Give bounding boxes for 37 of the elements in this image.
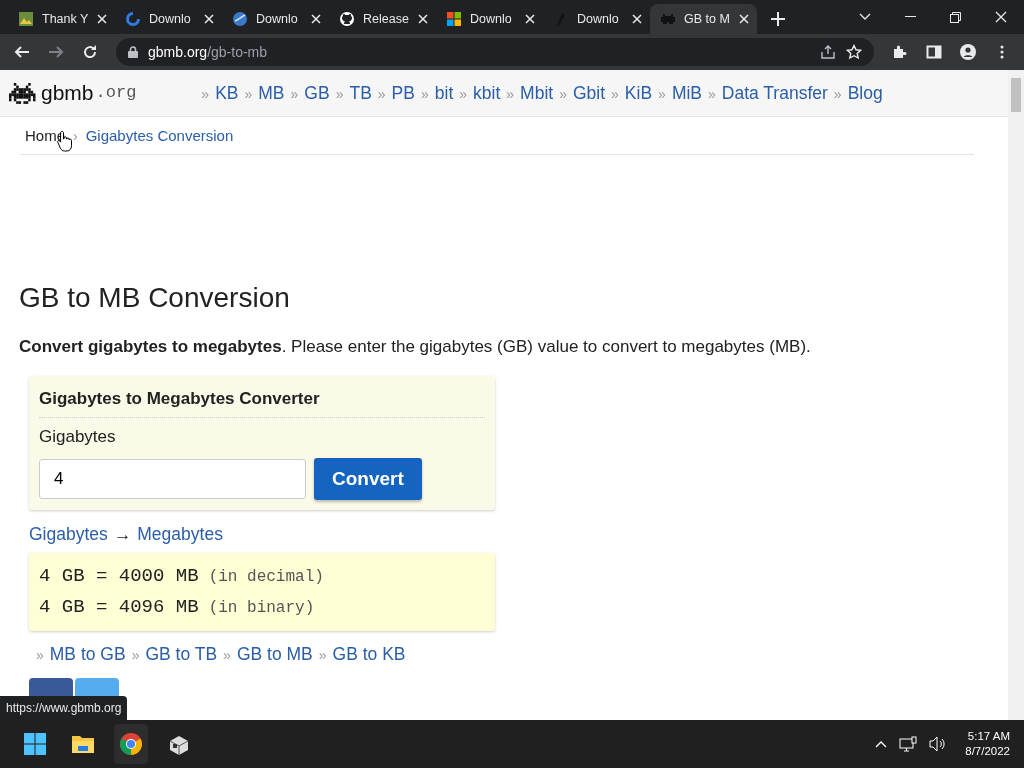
- separator: »: [244, 84, 253, 104]
- url-text: gbmb.org/gb-to-mb: [148, 42, 268, 62]
- separator: »: [223, 646, 231, 666]
- separator: »: [318, 646, 327, 666]
- separator: »: [459, 84, 468, 104]
- link-status-tooltip: https://www.gbmb.org: [0, 696, 128, 720]
- tab-title: Downlo: [470, 11, 512, 26]
- tab-title: Downlo: [577, 11, 619, 26]
- separator: »: [36, 646, 44, 666]
- separator: »: [131, 646, 140, 666]
- card-title: Gigabytes to Megabytes Converter: [39, 385, 485, 419]
- result-note: (in decimal): [208, 567, 324, 589]
- separator: »: [377, 84, 386, 104]
- separator: »: [611, 84, 619, 104]
- tab-title: GB to M: [684, 11, 730, 26]
- separator: »: [559, 84, 567, 104]
- tab-title: Thank Y: [42, 11, 89, 26]
- result-note: (in binary): [208, 598, 315, 620]
- separator: »: [708, 84, 716, 104]
- page-heading: GB to MB Conversion: [19, 280, 291, 315]
- separator: »: [833, 84, 842, 104]
- separator: »: [420, 84, 429, 104]
- tab-title: Downlo: [149, 11, 191, 26]
- tab-title: Release: [363, 11, 409, 26]
- arrow-text: →: [113, 523, 132, 547]
- separator: »: [506, 84, 515, 104]
- intro-text: Convert gigabytes to megabytes. Please enter the gigabytes (GB) value to convert to megabytes (MB).: [19, 336, 812, 359]
- separator: »: [290, 84, 299, 104]
- separator: »: [335, 84, 344, 104]
- separator: ›: [73, 127, 78, 146]
- tab-title: Downlo: [256, 11, 298, 26]
- result-equation: 4 GB = 4000 MB: [39, 564, 199, 590]
- field-label: Gigabytes: [39, 426, 117, 449]
- separator: »: [658, 84, 666, 104]
- result-equation: 4 GB = 4096 MB: [39, 595, 199, 621]
- logo-suffix: .org: [95, 82, 137, 105]
- separator: »: [201, 84, 210, 104]
